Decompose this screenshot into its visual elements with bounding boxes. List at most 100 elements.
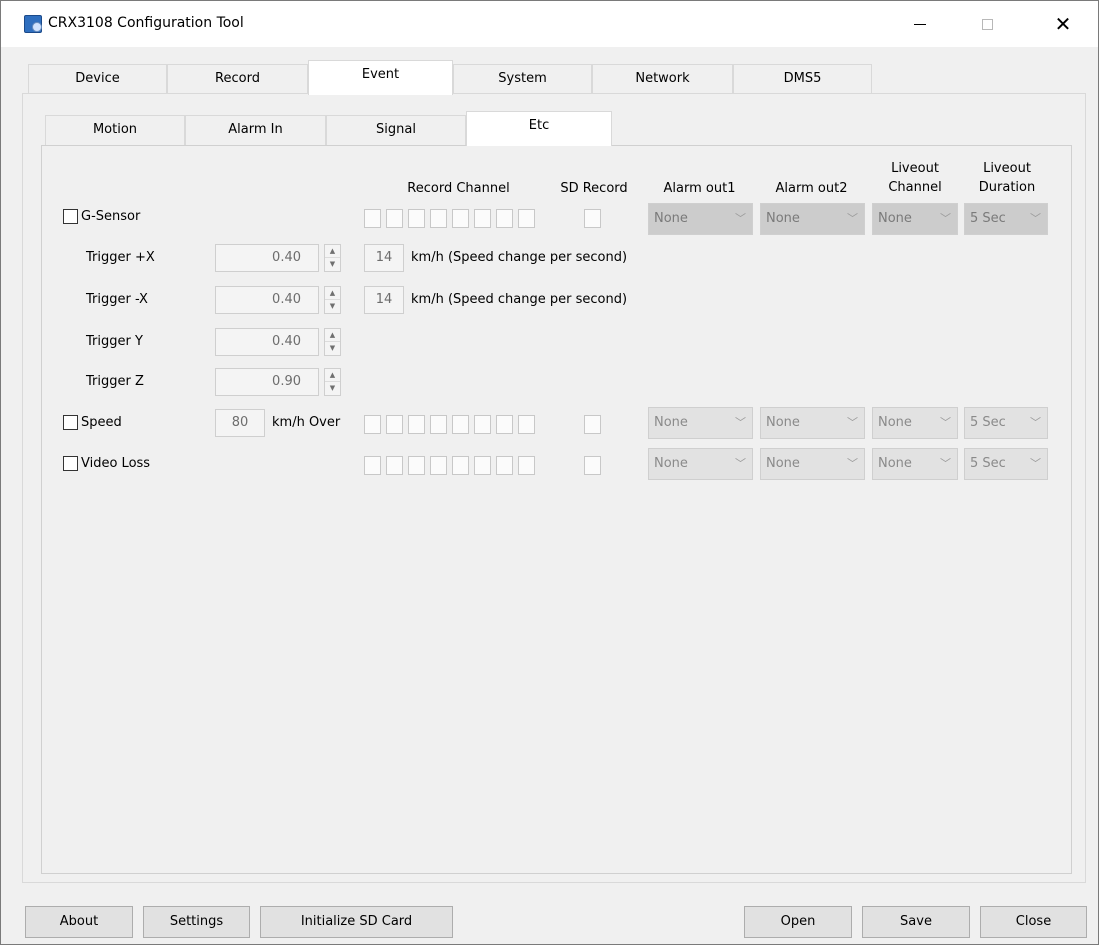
channel-checkbox[interactable] bbox=[430, 456, 447, 475]
channel-checkbox[interactable] bbox=[430, 209, 447, 228]
video-loss-record-channels bbox=[364, 456, 539, 476]
trigger-minus-x-input[interactable]: 0.40 bbox=[215, 286, 319, 314]
trigger-plus-x-unit: km/h (Speed change per second) bbox=[411, 250, 628, 265]
select-value: None bbox=[766, 415, 800, 430]
channel-checkbox[interactable] bbox=[430, 415, 447, 434]
channel-checkbox[interactable] bbox=[474, 456, 491, 475]
header-record-channel: Record Channel bbox=[407, 181, 510, 196]
select-value: None bbox=[878, 456, 912, 471]
channel-checkbox[interactable] bbox=[474, 415, 491, 434]
tab-dms5[interactable]: DMS5 bbox=[733, 64, 872, 94]
trigger-minus-x-label: Trigger -X bbox=[86, 292, 148, 307]
chevron-down-icon: ﹀ bbox=[1030, 457, 1041, 470]
speed-liveout-duration-select[interactable]: 5 Sec ﹀ bbox=[964, 407, 1048, 439]
channel-checkbox[interactable] bbox=[386, 415, 403, 434]
spin-down-icon[interactable]: ▼ bbox=[325, 300, 340, 313]
close-button[interactable]: Close bbox=[980, 906, 1087, 938]
gsensor-liveout-duration-select[interactable]: 5 Sec ﹀ bbox=[964, 203, 1048, 235]
header-liveout-channel: Liveout Channel bbox=[888, 161, 942, 195]
select-value: 5 Sec bbox=[970, 415, 1006, 430]
maximize-icon bbox=[981, 18, 993, 30]
spin-down-icon[interactable]: ▼ bbox=[325, 382, 340, 395]
maximize-button[interactable] bbox=[964, 1, 1010, 47]
trigger-plus-x-spinner[interactable]: ▲ ▼ bbox=[324, 244, 341, 272]
trigger-minus-x-unit: km/h (Speed change per second) bbox=[411, 292, 628, 307]
open-button[interactable]: Open bbox=[744, 906, 852, 938]
channel-checkbox[interactable] bbox=[386, 209, 403, 228]
tab-system[interactable]: System bbox=[453, 64, 592, 94]
trigger-y-input[interactable]: 0.40 bbox=[215, 328, 319, 356]
trigger-y-spinner[interactable]: ▲ ▼ bbox=[324, 328, 341, 356]
spin-up-icon[interactable]: ▲ bbox=[325, 329, 340, 342]
select-value: None bbox=[654, 456, 688, 471]
tab-network[interactable]: Network bbox=[592, 64, 733, 94]
channel-checkbox[interactable] bbox=[452, 209, 469, 228]
tab-event[interactable]: Event bbox=[308, 60, 453, 95]
trigger-minus-x-spinner[interactable]: ▲ ▼ bbox=[324, 286, 341, 314]
channel-checkbox[interactable] bbox=[364, 209, 381, 228]
speed-label: Speed bbox=[81, 415, 122, 430]
channel-checkbox[interactable] bbox=[364, 415, 381, 434]
trigger-z-spinner[interactable]: ▲ ▼ bbox=[324, 368, 341, 396]
chevron-down-icon: ﹀ bbox=[940, 212, 951, 225]
trigger-minus-x-speed-input[interactable]: 14 bbox=[364, 286, 404, 314]
settings-button[interactable]: Settings bbox=[143, 906, 250, 938]
speed-value-input[interactable]: 80 bbox=[215, 409, 265, 437]
video-loss-liveout-duration-select[interactable]: 5 Sec ﹀ bbox=[964, 448, 1048, 480]
trigger-plus-x-input[interactable]: 0.40 bbox=[215, 244, 319, 272]
channel-checkbox[interactable] bbox=[408, 209, 425, 228]
channel-checkbox[interactable] bbox=[408, 415, 425, 434]
speed-checkbox[interactable] bbox=[63, 415, 78, 430]
chevron-down-icon: ﹀ bbox=[735, 416, 746, 429]
speed-alarm-out2-select[interactable]: None ﹀ bbox=[760, 407, 865, 439]
channel-checkbox[interactable] bbox=[364, 456, 381, 475]
subtab-etc[interactable]: Etc bbox=[466, 111, 612, 146]
gsensor-alarm-out1-select[interactable]: None ﹀ bbox=[648, 203, 753, 235]
channel-checkbox[interactable] bbox=[496, 209, 513, 228]
tab-record[interactable]: Record bbox=[167, 64, 308, 94]
gsensor-alarm-out2-select[interactable]: None ﹀ bbox=[760, 203, 865, 235]
channel-checkbox[interactable] bbox=[452, 415, 469, 434]
speed-alarm-out1-select[interactable]: None ﹀ bbox=[648, 407, 753, 439]
initialize-sd-card-button[interactable]: Initialize SD Card bbox=[260, 906, 453, 938]
spin-up-icon[interactable]: ▲ bbox=[325, 369, 340, 382]
channel-checkbox[interactable] bbox=[518, 456, 535, 475]
spin-down-icon[interactable]: ▼ bbox=[325, 258, 340, 271]
gsensor-liveout-channel-select[interactable]: None ﹀ bbox=[872, 203, 958, 235]
channel-checkbox[interactable] bbox=[474, 209, 491, 228]
channel-checkbox[interactable] bbox=[386, 456, 403, 475]
save-button[interactable]: Save bbox=[862, 906, 970, 938]
trigger-z-input[interactable]: 0.90 bbox=[215, 368, 319, 396]
speed-sd-record-checkbox[interactable] bbox=[584, 415, 601, 434]
video-loss-label: Video Loss bbox=[81, 456, 151, 471]
spin-down-icon[interactable]: ▼ bbox=[325, 342, 340, 355]
spin-up-icon[interactable]: ▲ bbox=[325, 287, 340, 300]
channel-checkbox[interactable] bbox=[518, 415, 535, 434]
about-button[interactable]: About bbox=[25, 906, 133, 938]
spin-up-icon[interactable]: ▲ bbox=[325, 245, 340, 258]
minimize-button[interactable] bbox=[897, 1, 943, 47]
channel-checkbox[interactable] bbox=[408, 456, 425, 475]
video-loss-checkbox[interactable] bbox=[63, 456, 78, 471]
trigger-plus-x-speed-input[interactable]: 14 bbox=[364, 244, 404, 272]
subtab-alarm-in[interactable]: Alarm In bbox=[185, 115, 326, 145]
video-loss-sd-record-checkbox[interactable] bbox=[584, 456, 601, 475]
channel-checkbox[interactable] bbox=[496, 415, 513, 434]
channel-checkbox[interactable] bbox=[496, 456, 513, 475]
chevron-down-icon: ﹀ bbox=[940, 416, 951, 429]
gsensor-record-channels bbox=[364, 209, 539, 229]
close-window-button[interactable]: ✕ bbox=[1040, 1, 1086, 47]
video-loss-liveout-channel-select[interactable]: None ﹀ bbox=[872, 448, 958, 480]
tab-device[interactable]: Device bbox=[28, 64, 167, 94]
video-loss-alarm-out2-select[interactable]: None ﹀ bbox=[760, 448, 865, 480]
speed-liveout-channel-select[interactable]: None ﹀ bbox=[872, 407, 958, 439]
gsensor-sd-record-checkbox[interactable] bbox=[584, 209, 601, 228]
subtab-motion[interactable]: Motion bbox=[45, 115, 185, 145]
gsensor-checkbox[interactable] bbox=[63, 209, 78, 224]
channel-checkbox[interactable] bbox=[518, 209, 535, 228]
subtab-signal[interactable]: Signal bbox=[326, 115, 466, 145]
select-value: None bbox=[878, 211, 912, 226]
video-loss-alarm-out1-select[interactable]: None ﹀ bbox=[648, 448, 753, 480]
chevron-down-icon: ﹀ bbox=[735, 212, 746, 225]
channel-checkbox[interactable] bbox=[452, 456, 469, 475]
